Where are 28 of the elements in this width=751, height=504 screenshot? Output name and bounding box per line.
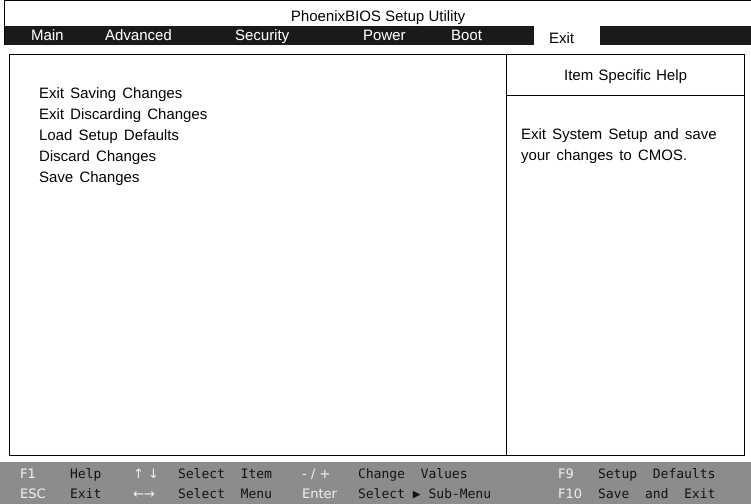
menu-item[interactable]: Save Changes: [39, 169, 140, 186]
menu-item[interactable]: Discard Changes: [39, 148, 156, 165]
key-action: Select ▶ Sub-Menu: [358, 486, 492, 502]
menu-tab[interactable]: Advanced: [105, 26, 235, 45]
menu-item[interactable]: Load Setup Defaults: [39, 127, 179, 144]
key-label: ←→: [133, 486, 156, 502]
menu-tab[interactable]: Security: [235, 26, 363, 45]
key-label: Enter: [302, 486, 338, 502]
key-action: Exit: [70, 486, 102, 502]
menu-tab[interactable]: Boot: [451, 26, 534, 45]
key-label: - / +: [302, 466, 332, 482]
help-title: Item Specific Help: [564, 66, 687, 84]
key-action: Help: [70, 466, 102, 482]
key-action: Setup Defaults: [598, 466, 716, 482]
menu-item[interactable]: Exit Discarding Changes: [39, 106, 208, 123]
key-action: Save and Exit: [598, 486, 716, 502]
key-label: F9: [558, 466, 575, 482]
key-label: F10: [558, 486, 584, 502]
key-action: Change Values: [358, 466, 469, 482]
menu-item[interactable]: Exit Saving Changes: [39, 85, 182, 102]
key-action: Select Menu: [178, 486, 273, 502]
key-label: ↑ ↓: [133, 466, 160, 482]
menu-tab[interactable]: Main: [5, 26, 105, 45]
key-label: ESC: [20, 486, 47, 502]
key-action: Select Item: [178, 466, 273, 482]
menu-tab[interactable]: Power: [363, 26, 451, 45]
help-text: Exit System Setup and save your changes to CMOS.: [520, 125, 718, 166]
key-label: F1: [20, 466, 37, 482]
